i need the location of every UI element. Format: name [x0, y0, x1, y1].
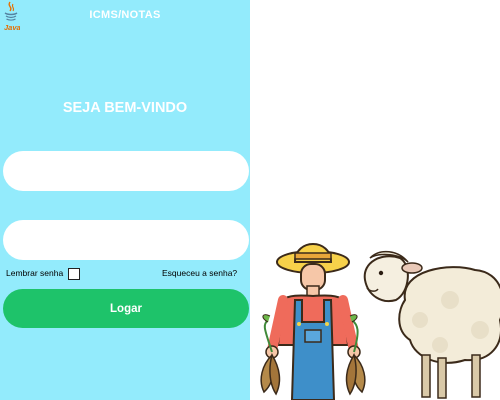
login-panel: Java ICMS/NOTAS SEJA BEM-VINDO Lembrar s… — [0, 0, 250, 400]
remember-password-label: Lembrar senha — [6, 268, 64, 278]
farm-illustration — [260, 243, 500, 400]
welcome-heading: SEJA BEM-VINDO — [62, 100, 188, 116]
illustration-panel — [250, 0, 500, 400]
forgot-password-link[interactable]: Esqueceu a senha? — [162, 268, 237, 278]
username-field[interactable] — [3, 151, 249, 191]
farmer-illustration — [260, 243, 366, 400]
app-title: ICMS/NOTAS — [89, 9, 161, 21]
login-button[interactable]: Logar — [3, 289, 249, 328]
remember-password-checkbox[interactable] — [68, 268, 80, 280]
password-field[interactable] — [3, 220, 249, 260]
java-logo-text: Java — [4, 23, 20, 32]
sheep-illustration — [363, 250, 500, 399]
